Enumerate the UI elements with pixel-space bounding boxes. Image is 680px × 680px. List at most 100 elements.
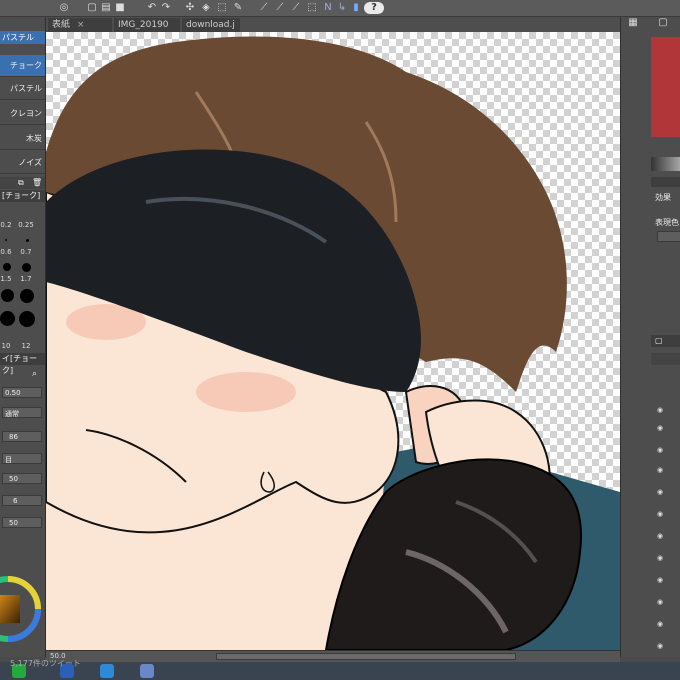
density-value: 50 — [9, 475, 18, 483]
texture-row[interactable]: 目 — [2, 453, 42, 464]
visibility-eye-icon[interactable]: ◉ — [657, 489, 665, 496]
visibility-eye-icon[interactable]: ◉ — [657, 447, 665, 454]
horizontal-scrollbar[interactable] — [216, 653, 516, 660]
clear-icon[interactable]: ✣ — [184, 2, 196, 14]
help-button[interactable]: ? — [364, 2, 384, 14]
size-dot[interactable] — [22, 263, 31, 272]
redo-icon[interactable]: ↷ — [160, 2, 172, 14]
visibility-eye-icon[interactable]: ◉ — [657, 533, 665, 540]
count-value: 6 — [13, 497, 18, 505]
visibility-eye-icon[interactable]: ◉ — [657, 467, 665, 474]
document-tabs: 表紙 × IMG_20190 download.j — [46, 17, 620, 32]
fill-icon[interactable]: ◈ — [200, 2, 212, 14]
navigator-zoom-bar[interactable] — [651, 157, 680, 171]
visibility-eye-icon[interactable]: ◉ — [657, 555, 665, 562]
size-dot[interactable] — [20, 289, 34, 303]
tab-label: download.j — [186, 20, 235, 30]
visibility-eye-icon[interactable]: ◉ — [657, 425, 665, 432]
sub-tool-chalk[interactable]: チョーク — [0, 55, 45, 77]
visibility-eye-icon[interactable]: ◉ — [657, 511, 665, 518]
size-label[interactable]: 0.25 — [16, 221, 36, 229]
open-file-icon[interactable]: ▤ — [100, 2, 112, 14]
size-label[interactable]: 1.5 — [0, 275, 16, 283]
grid-icon[interactable]: ▦ — [627, 17, 639, 29]
blend-mode-select[interactable]: 通常 — [2, 407, 42, 418]
size-dot[interactable] — [0, 311, 15, 326]
sub-tool-crayon[interactable]: クレヨン — [0, 103, 45, 125]
tooltip-text: 5,177件のツイート — [10, 659, 81, 668]
size-label[interactable]: 0.6 — [0, 248, 16, 256]
expression-color-label: 表現色 — [655, 218, 679, 227]
transform-icon[interactable]: ⬚ — [216, 2, 228, 14]
tab-download[interactable]: download.j — [182, 18, 240, 32]
twitter-icon[interactable] — [100, 664, 114, 678]
snap-special-icon[interactable]: ⟋ — [290, 2, 302, 14]
visibility-eye-icon[interactable]: ◉ — [657, 643, 665, 650]
main-toolbar: ◎ ▢ ▤ ■ ↶ ↷ ✣ ◈ ⬚ ✎ ⟋ ⟋ ⟋ ⬚ N ↳ ▮ ? — [0, 0, 680, 17]
snap-perspective-icon[interactable]: ⬚ — [306, 2, 318, 14]
sub-tool-actions: ⧉ 🗑 — [0, 177, 45, 189]
density-slider[interactable]: 50 — [2, 473, 42, 484]
size-label[interactable]: 10 — [0, 342, 16, 350]
visibility-eye-icon[interactable]: ◉ — [657, 577, 665, 584]
tab-label: IMG_20190 — [118, 20, 169, 30]
drawing-canvas[interactable] — [46, 32, 620, 650]
undo-icon[interactable]: ↶ — [146, 2, 158, 14]
count-slider[interactable]: 6 — [2, 495, 42, 506]
sub-tool-noise[interactable]: ノイズ — [0, 152, 45, 174]
hardness-value: 50 — [9, 519, 18, 527]
expression-color-select[interactable] — [657, 231, 680, 242]
copy-icon[interactable]: ⧉ — [18, 178, 24, 188]
app-icon[interactable] — [140, 664, 154, 678]
size-dot[interactable] — [19, 311, 35, 327]
tab-label: 表紙 — [52, 20, 71, 30]
navigator-thumbnail[interactable] — [651, 37, 680, 137]
sub-tool-pastel[interactable]: パステル — [0, 78, 45, 100]
snap-ruler-icon[interactable]: ⟋ — [258, 2, 270, 14]
os-taskbar — [0, 662, 680, 680]
tab-img[interactable]: IMG_20190 — [114, 18, 180, 32]
blend-mode-value: 通常 — [5, 410, 19, 418]
blush-right — [196, 372, 296, 412]
size-label[interactable]: 1.7 — [16, 275, 36, 283]
visibility-eye-icon[interactable]: ◉ — [657, 407, 665, 414]
visibility-eye-icon[interactable]: ◉ — [657, 621, 665, 628]
window-icon[interactable]: ▢ — [657, 17, 669, 29]
size-slider[interactable]: 0.50 — [2, 387, 42, 398]
tool-property-header: イ[チョーク] — [0, 353, 45, 375]
brush-size-header: [チョーク] — [0, 190, 45, 202]
cursor-icon[interactable]: ▮ — [350, 2, 362, 14]
ruler-lock-icon[interactable]: N — [322, 2, 334, 14]
sub-tool-panel: パステル チョーク パステル クレヨン 木炭 ノイズ ⧉ 🗑 [チョーク] 0.… — [0, 17, 46, 657]
illustration — [46, 36, 620, 650]
brush-group-header[interactable]: パステル — [0, 31, 45, 44]
size-value: 0.50 — [5, 389, 21, 397]
clip-studio-logo-icon[interactable]: ◎ — [58, 2, 70, 14]
size-dot[interactable] — [5, 239, 7, 241]
visibility-eye-icon[interactable]: ◉ — [657, 599, 665, 606]
opacity-slider[interactable]: 86 — [2, 431, 42, 442]
new-file-icon[interactable]: ▢ — [86, 2, 98, 14]
tab-cover[interactable]: 表紙 × — [48, 18, 112, 32]
snap-grid-icon[interactable]: ⟋ — [274, 2, 286, 14]
size-dot[interactable] — [26, 239, 29, 242]
pen-icon[interactable]: ✎ — [232, 2, 244, 14]
size-dot[interactable] — [1, 289, 14, 302]
layer-menu-icon[interactable]: ▢ — [655, 336, 663, 345]
ruler-edit-icon[interactable]: ↳ — [336, 2, 348, 14]
save-icon[interactable]: ■ — [114, 2, 126, 14]
search-icon[interactable]: ⌕ — [32, 369, 37, 379]
hardness-slider[interactable]: 50 — [2, 517, 42, 528]
trash-icon[interactable]: 🗑 — [32, 178, 42, 187]
size-dot[interactable] — [3, 263, 11, 271]
color-wheel[interactable] — [0, 561, 44, 657]
status-bar: 50.0 — [46, 650, 620, 662]
layer-tools — [651, 353, 680, 365]
close-icon[interactable]: × — [77, 20, 85, 30]
size-label[interactable]: 0.2 — [0, 221, 16, 229]
size-label[interactable]: 0.7 — [16, 248, 36, 256]
sub-tool-charcoal[interactable]: 木炭 — [0, 128, 45, 150]
size-label[interactable]: 12 — [16, 342, 36, 350]
opacity-value: 86 — [9, 433, 18, 441]
texture-label: 目 — [5, 456, 12, 464]
